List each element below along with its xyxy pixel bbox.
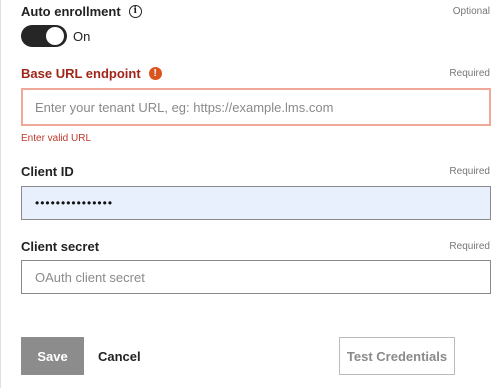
base-url-label-group: Base URL endpoint ! (21, 66, 162, 81)
base-url-label: Base URL endpoint (21, 66, 141, 81)
base-url-input[interactable]: Enter your tenant URL, eg: https://examp… (21, 88, 491, 126)
base-url-error-message: Enter valid URL (21, 133, 92, 144)
credentials-form: Auto enrollment i Optional On Base URL e… (0, 0, 500, 388)
client-secret-header: Client secret Required (21, 239, 490, 254)
client-id-required-hint: Required (449, 166, 490, 177)
save-button[interactable]: Save (21, 337, 84, 375)
auto-enrollment-optional-hint: Optional (452, 6, 490, 17)
auto-enrollment-toggle-row: On (21, 25, 90, 47)
auto-enrollment-header: Auto enrollment i Optional (21, 4, 490, 19)
error-icon: ! (148, 67, 162, 80)
auto-enrollment-label-group: Auto enrollment i (21, 4, 142, 19)
client-secret-label: Client secret (21, 239, 100, 254)
client-secret-placeholder: OAuth client secret (35, 269, 145, 285)
base-url-placeholder: Enter your tenant URL, eg: https://examp… (35, 99, 334, 115)
client-id-input[interactable]: ••••••••••••••• (21, 186, 491, 220)
info-icon[interactable]: i (128, 5, 142, 18)
client-id-masked-value: ••••••••••••••• (35, 196, 114, 210)
test-credentials-button[interactable]: Test Credentials (339, 337, 455, 375)
client-secret-input[interactable]: OAuth client secret (21, 260, 491, 294)
base-url-header: Base URL endpoint ! Required (21, 66, 490, 81)
toggle-knob (46, 27, 64, 45)
auto-enrollment-toggle[interactable] (21, 25, 67, 47)
auto-enrollment-label: Auto enrollment (21, 4, 121, 19)
cancel-button[interactable]: Cancel (98, 337, 141, 375)
base-url-required-hint: Required (449, 68, 490, 79)
toggle-state-label: On (73, 28, 91, 44)
client-id-label: Client ID (21, 164, 74, 179)
client-secret-required-hint: Required (449, 241, 490, 252)
client-id-header: Client ID Required (21, 164, 490, 179)
